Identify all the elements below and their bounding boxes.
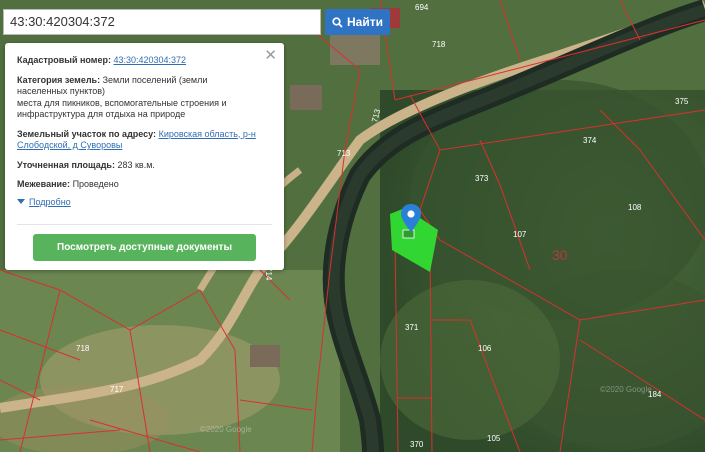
area-row: Уточненная площадь: 283 кв.м. [17, 160, 272, 172]
parcel-label: 105 [487, 434, 501, 443]
cadastral-label: Кадастровый номер: [17, 55, 111, 65]
parcel-label: 373 [475, 174, 489, 183]
view-documents-button[interactable]: Посмотреть доступные документы [33, 234, 256, 261]
search-input[interactable]: 43:30:420304:372 [3, 9, 321, 35]
cadastral-link[interactable]: 43:30:420304:372 [113, 55, 186, 65]
parcel-label: 718 [76, 344, 90, 353]
address-label: Земельный участок по адресу: [17, 128, 157, 139]
close-icon[interactable]: ✕ [264, 46, 277, 64]
category-label: Категория земель: [17, 74, 101, 85]
category-row: Категория земель: Земли поселений (земли… [17, 75, 272, 121]
category-value: населенных пунктов) [17, 86, 106, 96]
caret-down-icon [17, 199, 25, 204]
survey-value: Проведено [72, 179, 119, 189]
cadastral-row: Кадастровый номер: 43:30:420304:372 [17, 55, 272, 67]
parcel-label: 374 [583, 136, 597, 145]
parcel-label: 371 [405, 323, 419, 332]
search-icon [332, 16, 343, 28]
parcel-label: 694 [415, 3, 429, 12]
parcel-label: 370 [410, 440, 424, 449]
parcel-label: 106 [478, 344, 492, 353]
map-watermark: ©2020 Google [600, 385, 652, 394]
address-link[interactable]: Слободской, д Суворовы [17, 140, 122, 150]
more-link[interactable]: Подробно [17, 197, 272, 207]
parcel-label: 718 [432, 40, 446, 49]
parcel-info-popup: ✕ Кадастровый номер: 43:30:420304:372 Ка… [5, 43, 284, 270]
parcel-label: 375 [675, 97, 689, 106]
survey-label: Межевание: [17, 179, 71, 189]
parcel-label: 107 [513, 230, 527, 239]
area-value: 283 кв.м. [117, 159, 155, 170]
search-button[interactable]: Найти [325, 9, 390, 35]
map-watermark: ©2020 Google [200, 425, 252, 434]
address-row: Земельный участок по адресу: Кировская о… [17, 129, 272, 152]
survey-row: Межевание: Проведено [17, 179, 272, 191]
parcel-label: 713 [337, 149, 351, 158]
search-button-label: Найти [347, 15, 383, 29]
category-value: места для пикников, вспомогательные стро… [17, 97, 227, 108]
parcel-label: 108 [628, 203, 642, 212]
category-value: инфраструктура для отдыха на природе [17, 109, 186, 119]
more-label[interactable]: Подробно [29, 197, 71, 207]
area-label: Уточненная площадь: [17, 159, 115, 170]
category-value: Земли поселений (земли [102, 74, 208, 85]
parcel-label: 717 [110, 385, 124, 394]
district-label: 30 [552, 247, 568, 263]
divider [17, 224, 272, 225]
address-link[interactable]: Кировская область, р-н [159, 129, 256, 139]
